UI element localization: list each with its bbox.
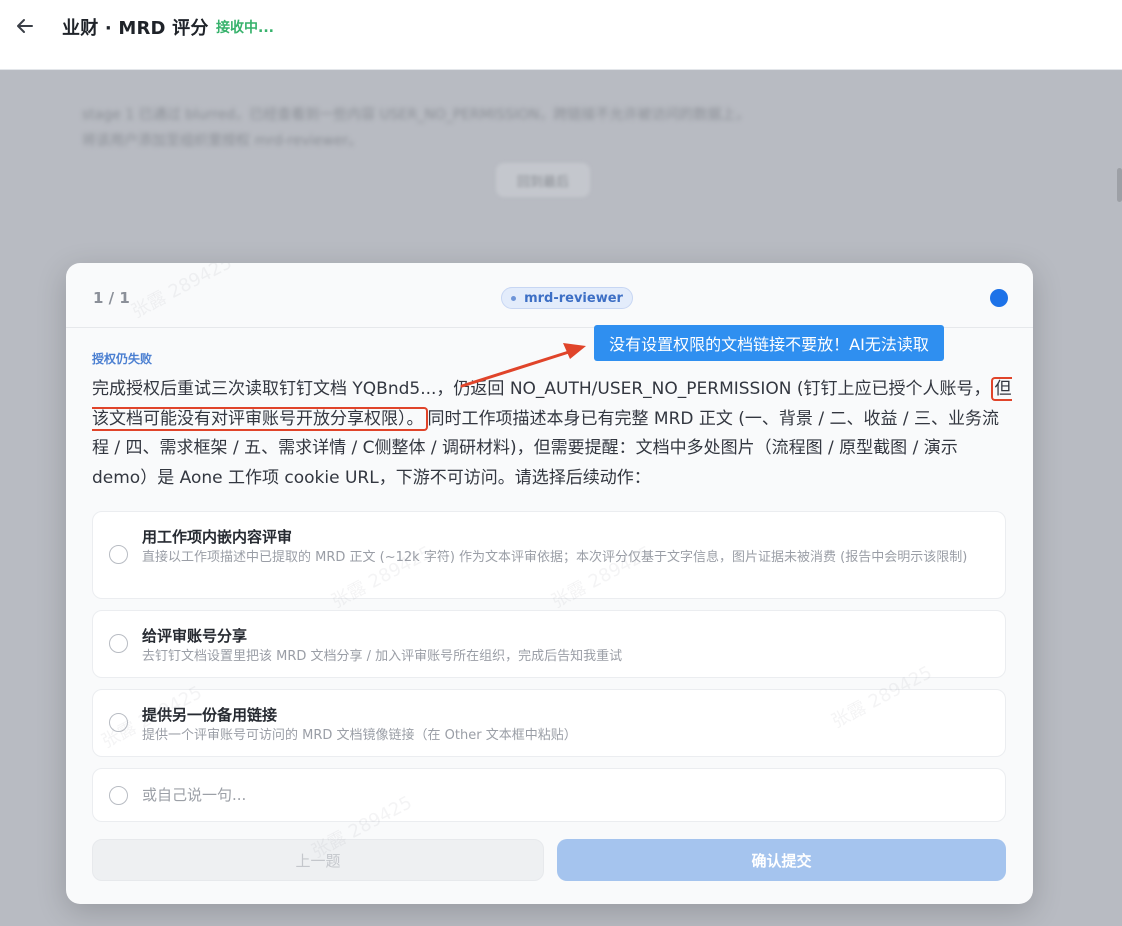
radio-button[interactable] xyxy=(109,786,128,805)
status-text: 接收中... xyxy=(216,20,274,36)
section-label: 授权仍失败 xyxy=(92,352,153,366)
submit-button[interactable]: 确认提交 xyxy=(557,839,1006,881)
option-share-account[interactable]: 给评审账号分享 去钉钉文档设置里把该 MRD 文档分享 / 加入评审账号所在组织… xyxy=(92,610,1006,678)
option-title: 用工作项内嵌内容评审 xyxy=(142,528,293,546)
blurred-message: stage 1 已通过 blurred，已经查看到一些内容 USER_NO_PE… xyxy=(82,107,750,149)
radio-button[interactable] xyxy=(109,713,128,732)
question-text: 完成授权后重试三次读取钉钉文档 YQBnd5...，仍返回 NO_AUTH/US… xyxy=(92,375,1012,493)
badge-dot-icon xyxy=(511,295,517,301)
dialog-header: 1 / 1 mrd-reviewer xyxy=(66,263,1033,328)
annotation-callout: 没有设置权限的文档链接不要放！AI无法读取 xyxy=(594,325,944,361)
agent-name: mrd-reviewer xyxy=(524,290,623,306)
previous-button[interactable]: 上一题 xyxy=(92,839,544,881)
status-indicator-icon xyxy=(990,289,1008,307)
option-description: 提供一个评审账号可访问的 MRD 文档镜像链接（在 Other 文本框中粘贴） xyxy=(142,728,577,743)
radio-button[interactable] xyxy=(109,545,128,564)
scroll-to-bottom-button: 回到最后 xyxy=(496,163,590,197)
back-arrow-icon[interactable] xyxy=(12,13,38,39)
other-input[interactable] xyxy=(142,786,962,804)
option-title: 给评审账号分享 xyxy=(142,627,248,645)
question-counter: 1 / 1 xyxy=(93,289,130,307)
top-bar: 业财 · MRD 评分 接收中... xyxy=(0,0,1122,70)
option-backup-link[interactable]: 提供另一份备用链接 提供一个评审账号可访问的 MRD 文档镜像链接（在 Othe… xyxy=(92,689,1006,757)
page-title: 业财 · MRD 评分 xyxy=(62,18,209,39)
option-description: 去钉钉文档设置里把该 MRD 文档分享 / 加入评审账号所在组织，完成后告知我重… xyxy=(142,649,623,664)
scrollbar-thumb xyxy=(1117,168,1122,202)
agent-badge: mrd-reviewer xyxy=(501,287,633,309)
option-title: 提供另一份备用链接 xyxy=(142,706,278,724)
option-other[interactable] xyxy=(92,768,1006,822)
option-description: 直接以工作项描述中已提取的 MRD 正文 (~12k 字符) 作为文本评审依据；… xyxy=(142,550,968,565)
question-part-1: 完成授权后重试三次读取钉钉文档 YQBnd5...，仍返回 NO_AUTH/US… xyxy=(92,379,991,399)
option-embedded-review[interactable]: 用工作项内嵌内容评审 直接以工作项描述中已提取的 MRD 正文 (~12k 字符… xyxy=(92,511,1006,599)
radio-button[interactable] xyxy=(109,634,128,653)
